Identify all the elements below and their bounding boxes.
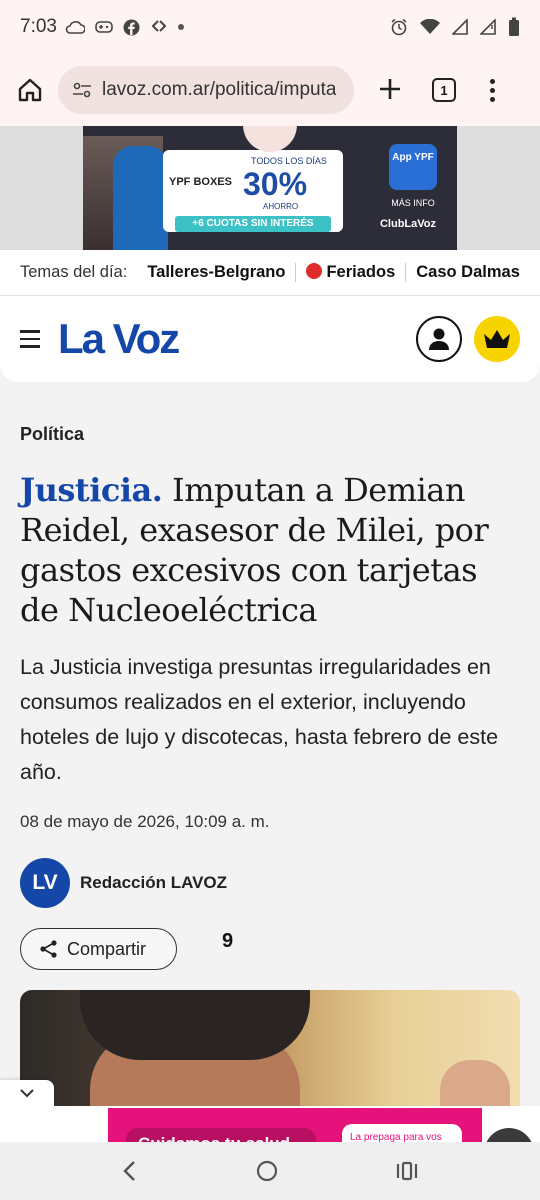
ad-percent: 30% <box>243 166 308 202</box>
gamepad-icon <box>95 21 113 33</box>
ad-brand: YPF BOXES <box>169 176 232 188</box>
author-block[interactable]: LV Redacción LAVOZ <box>20 858 227 908</box>
share-button[interactable]: Compartir <box>20 928 177 970</box>
site-header: La Voz <box>0 296 540 382</box>
author-name: Redacción LAVOZ <box>80 873 228 892</box>
ad-mas-info: MÁS INFO <box>391 198 435 208</box>
ad-ahorro: AHORRO <box>263 202 299 211</box>
back-icon[interactable] <box>122 1160 138 1182</box>
topic-link[interactable]: Talleres-Belgrano <box>137 263 297 282</box>
ypf-ad-banner[interactable]: YPF BOXES TODOS LOS DÍAS 30% AHORRO +6 C… <box>83 126 457 250</box>
trending-topics-bar: Temas del día: Talleres-Belgrano Feriado… <box>0 250 540 296</box>
topic-link-feriados[interactable]: Feriados <box>296 263 407 282</box>
photo-hair <box>80 990 310 1060</box>
topic-label: Feriados <box>326 263 396 281</box>
share-label: Compartir <box>67 938 147 959</box>
ad-photo-person <box>113 146 168 250</box>
alarm-icon <box>391 18 407 36</box>
site-logo[interactable]: La Voz <box>58 315 180 363</box>
cloud-icon <box>65 21 85 34</box>
hamburger-menu-icon[interactable] <box>20 330 40 348</box>
user-icon <box>429 328 449 350</box>
browser-menu-button[interactable] <box>490 78 495 102</box>
article-section[interactable]: Política <box>20 424 84 445</box>
crown-icon <box>484 330 510 348</box>
signal-icon <box>452 19 468 35</box>
ad-overlay-tab[interactable] <box>243 126 297 152</box>
topic-link[interactable]: Caso Dalmas <box>406 263 530 282</box>
url-text: lavoz.com.ar/politica/imputa <box>102 79 337 100</box>
home-icon <box>18 78 42 102</box>
site-settings-icon[interactable] <box>72 82 92 98</box>
address-bar[interactable]: lavoz.com.ar/politica/imputa <box>58 66 354 114</box>
ad-club-logo: ClubLaVoz <box>379 218 436 230</box>
facebook-icon <box>123 19 140 35</box>
live-dot-icon <box>306 263 323 279</box>
ad-todos: TODOS LOS DÍAS <box>251 156 327 166</box>
bottom-ad-text: Cuidamos tu salud <box>126 1128 316 1142</box>
ad-app-icon: App YPF <box>389 144 437 190</box>
bottom-ad-banner[interactable]: Cuidamos tu salud La prepaga para vos <box>108 1108 482 1142</box>
recent-apps-icon[interactable] <box>396 1161 418 1181</box>
status-time: 7:03 <box>20 16 57 37</box>
avatar: LV <box>20 858 70 908</box>
signal-icon <box>480 19 496 35</box>
battery-icon <box>509 17 519 36</box>
home-circle-icon[interactable] <box>256 1160 278 1182</box>
premium-button[interactable] <box>474 316 520 362</box>
bottom-ad-container: Cuidamos tu salud La prepaga para vos <box>0 1106 540 1178</box>
browser-toolbar: lavoz.com.ar/politica/imputa 1 <box>0 54 540 126</box>
topics-label: Temas del día: <box>20 263 128 281</box>
system-navigation-bar <box>0 1142 540 1200</box>
carrefour-icon <box>151 20 167 32</box>
plus-icon <box>380 78 400 99</box>
home-button[interactable] <box>12 72 48 108</box>
ad-cuotas: +6 CUOTAS SIN INTERÉS <box>175 216 331 232</box>
new-tab-button[interactable] <box>372 72 408 109</box>
top-ad-container: YPF BOXES TODOS LOS DÍAS 30% AHORRO +6 C… <box>0 126 540 250</box>
status-bar: 7:03 <box>0 0 540 54</box>
chevron-down-icon <box>20 1089 34 1098</box>
ad-collapse-button[interactable] <box>0 1080 54 1106</box>
article-date: 08 de mayo de 2026, 10:09 a. m. <box>20 812 270 831</box>
wifi-icon <box>420 19 440 34</box>
comments-count[interactable]: 9 <box>222 930 233 953</box>
headline-kicker: Justicia. <box>20 471 163 509</box>
article-headline: Justicia. Imputan a Demian Reidel, exase… <box>20 470 520 630</box>
dot-icon <box>177 24 184 30</box>
tab-switcher-button[interactable]: 1 <box>432 78 456 102</box>
user-account-button[interactable] <box>416 316 462 362</box>
bottom-ad-subtext: La prepaga para vos <box>342 1124 462 1142</box>
share-icon <box>40 940 57 958</box>
article-summary: La Justicia investiga presuntas irregula… <box>20 655 499 784</box>
